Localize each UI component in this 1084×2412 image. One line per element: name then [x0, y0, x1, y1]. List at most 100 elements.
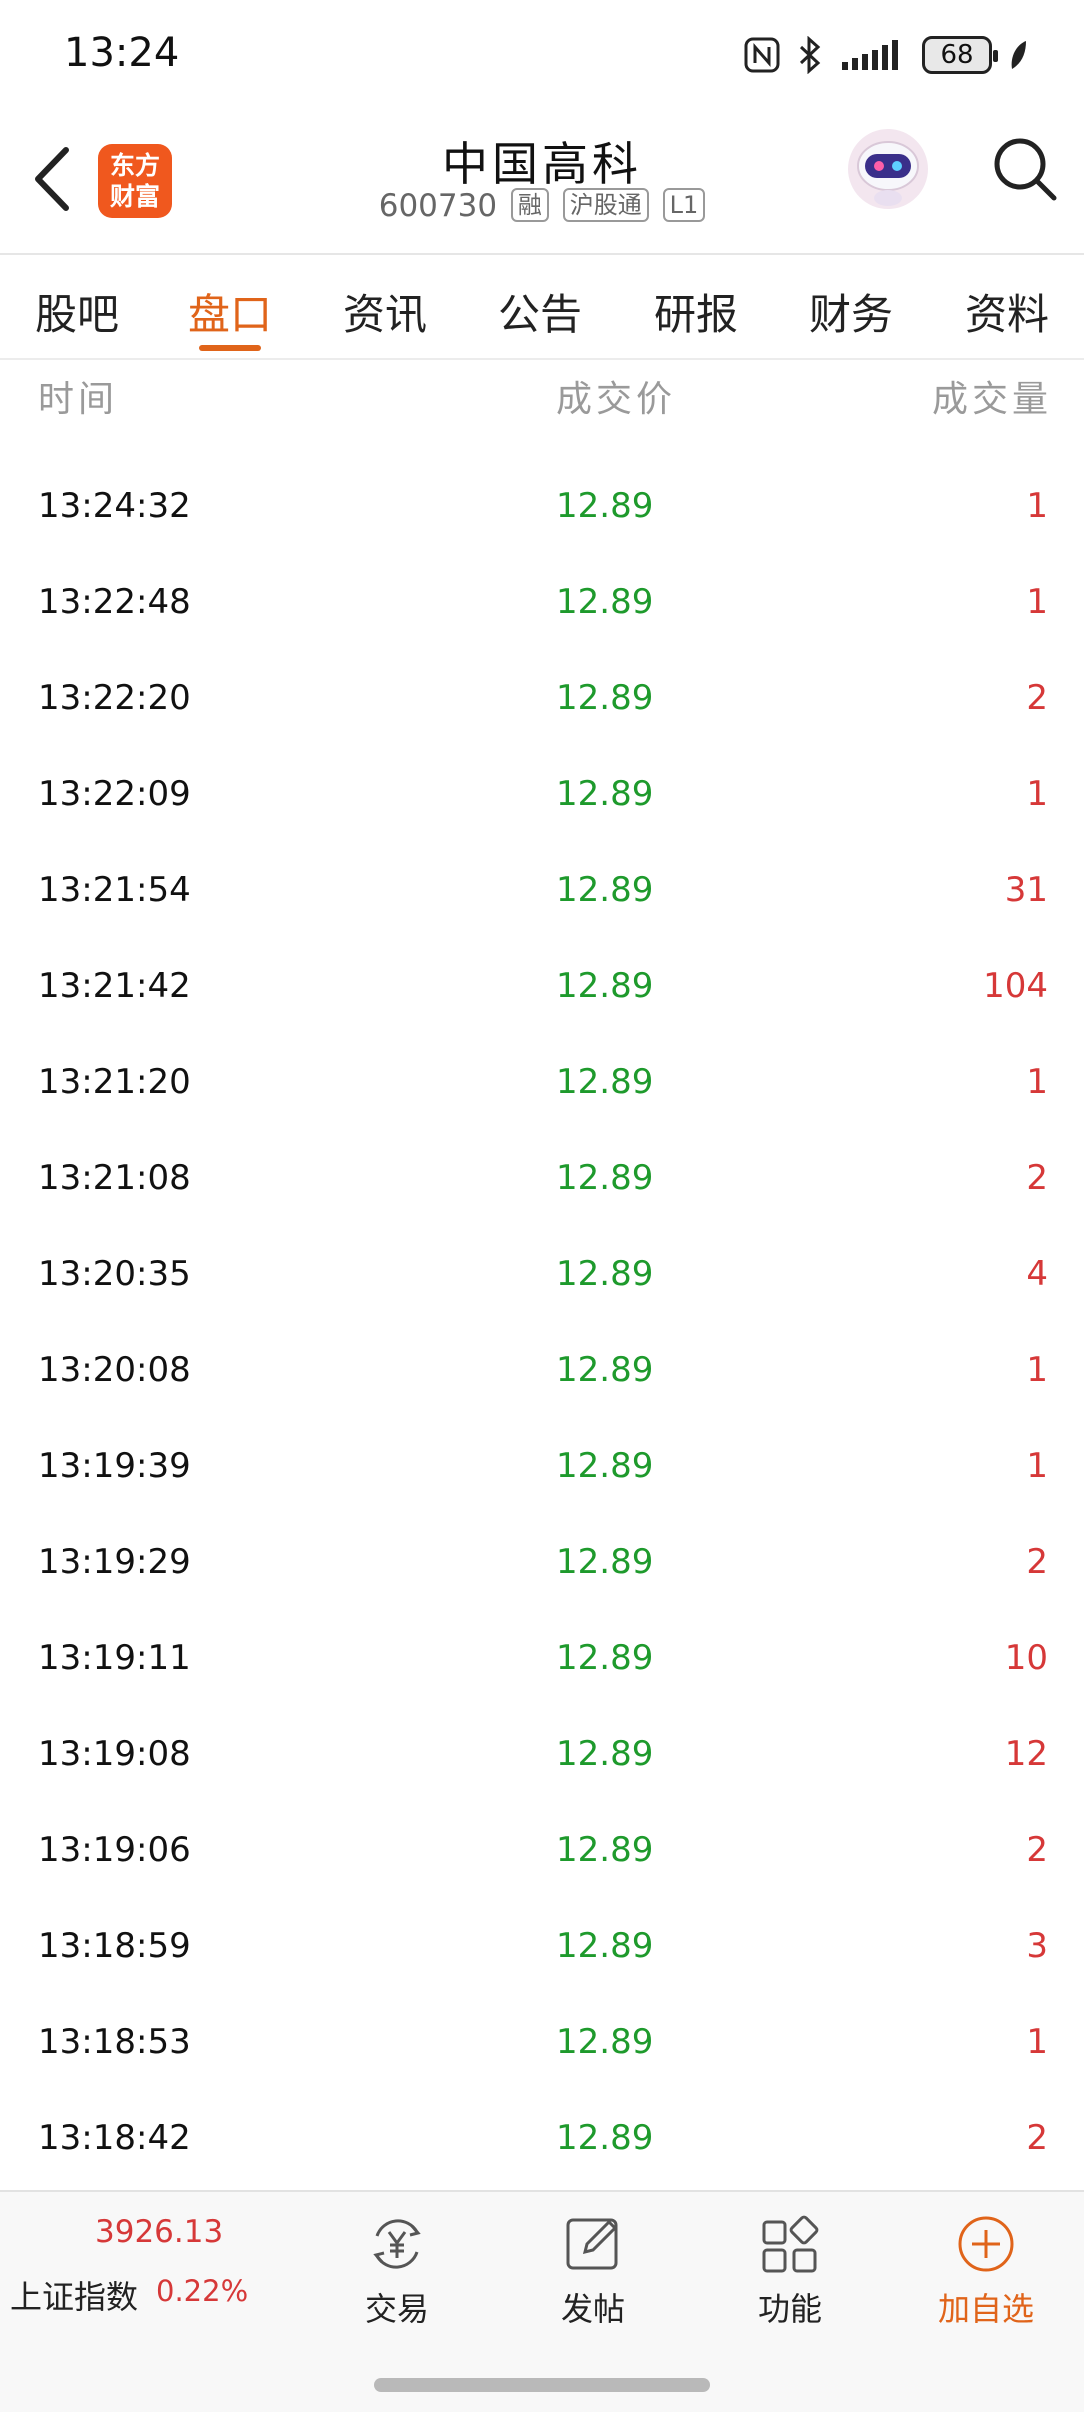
- trade-time: 13:21:08: [38, 1158, 191, 1198]
- trade-row[interactable]: 13:21:42 12.89 104: [0, 940, 1084, 1036]
- trade-volume: 1: [1026, 486, 1048, 526]
- status-bar: 13:24 68: [0, 0, 1084, 110]
- column-header-price: 成交价: [556, 379, 677, 420]
- trade-row[interactable]: 13:21:20 12.89 1: [0, 1036, 1084, 1132]
- post-button[interactable]: 发帖: [533, 2212, 653, 2330]
- tag-level: L1: [662, 188, 706, 222]
- home-indicator[interactable]: [374, 2378, 710, 2392]
- trade-row[interactable]: 13:22:20 12.89 2: [0, 652, 1084, 748]
- trade-row[interactable]: 13:19:11 12.89 10: [0, 1612, 1084, 1708]
- trade-row[interactable]: 13:19:06 12.89 2: [0, 1804, 1084, 1900]
- trade-price: 12.89: [556, 870, 654, 910]
- trade-price: 12.89: [556, 966, 654, 1006]
- tag-margin: 融: [510, 188, 549, 222]
- post-label: 发帖: [560, 2290, 625, 2328]
- trade-row[interactable]: 13:18:42 12.89 2: [0, 2092, 1084, 2188]
- yen-exchange-icon: [373, 2219, 421, 2269]
- trade-volume: 1: [1026, 2022, 1048, 2062]
- nfc-icon: [744, 37, 780, 73]
- trade-volume: 12: [1004, 1734, 1048, 1774]
- index-value: 3926.13: [95, 2214, 224, 2250]
- trade-row[interactable]: 13:20:35 12.89 4: [0, 1228, 1084, 1324]
- plus-circle-icon: [958, 2216, 1014, 2272]
- trade-time: 13:24:32: [38, 486, 191, 526]
- add-watchlist-button[interactable]: 加自选: [926, 2212, 1046, 2330]
- trade-price: 12.89: [556, 1926, 654, 1966]
- leaf-icon: [1008, 39, 1028, 71]
- add-watchlist-label: 加自选: [937, 2290, 1034, 2328]
- tab-pankou[interactable]: 盘口: [175, 281, 285, 342]
- battery-level: 68: [940, 40, 974, 70]
- bluetooth-icon: [796, 36, 824, 74]
- trade-price: 12.89: [556, 1830, 654, 1870]
- trade-row[interactable]: 13:22:09 12.89 1: [0, 748, 1084, 844]
- trade-volume: 1: [1026, 774, 1048, 814]
- trade-row[interactable]: 13:18:53 12.89 1: [0, 1996, 1084, 2092]
- trade-row[interactable]: 13:20:08 12.89 1: [0, 1324, 1084, 1420]
- trade-price: 12.89: [556, 678, 654, 718]
- trade-label: 交易: [364, 2290, 429, 2328]
- trade-volume: 1: [1026, 582, 1048, 622]
- trade-time: 13:21:42: [38, 966, 191, 1006]
- edit-icon: [566, 2218, 618, 2270]
- trade-volume: 2: [1026, 1830, 1048, 1870]
- trade-time: 13:19:08: [38, 1734, 191, 1774]
- trade-time: 13:20:08: [38, 1350, 191, 1390]
- trade-price: 12.89: [556, 486, 654, 526]
- trade-time: 13:20:35: [38, 1254, 191, 1294]
- signal-icon: [840, 38, 906, 72]
- trade-list[interactable]: 13:24:32 12.89 1 13:22:48 12.89 1 13:22:20 12.8…: [0, 460, 1084, 2188]
- column-header-volume: 成交量: [931, 379, 1052, 420]
- trade-row[interactable]: 13:19:29 12.89 2: [0, 1516, 1084, 1612]
- tag-connect: 沪股通: [562, 188, 649, 222]
- trade-price: 12.89: [556, 1734, 654, 1774]
- trade-price: 12.89: [556, 2022, 654, 2062]
- trade-time: 13:22:20: [38, 678, 191, 718]
- trade-volume: 104: [983, 966, 1048, 1006]
- trade-time: 13:22:09: [38, 774, 191, 814]
- trade-time: 13:21:20: [38, 1062, 191, 1102]
- trade-button[interactable]: 交易: [337, 2212, 457, 2330]
- tab-research[interactable]: 研报: [641, 281, 751, 342]
- trade-time: 13:18:42: [38, 2118, 191, 2158]
- search-icon: [994, 138, 1057, 201]
- trade-volume: 31: [1004, 870, 1048, 910]
- trade-row[interactable]: 13:21:08 12.89 2: [0, 1132, 1084, 1228]
- trade-volume: 1: [1026, 1446, 1048, 1486]
- trade-row[interactable]: 13:22:48 12.89 1: [0, 556, 1084, 652]
- trade-row[interactable]: 13:19:39 12.89 1: [0, 1420, 1084, 1516]
- stock-code: 600730: [378, 188, 498, 224]
- tab-announcements[interactable]: 公告: [485, 281, 595, 342]
- tab-finance[interactable]: 财务: [796, 281, 906, 342]
- trade-volume: 3: [1026, 1926, 1048, 1966]
- battery-icon: 68: [922, 36, 998, 74]
- tab-bar: 股吧 盘口 资讯 公告 研报 财务 资料: [0, 255, 1084, 360]
- trade-volume: 1: [1026, 1350, 1048, 1390]
- trade-price: 12.89: [556, 582, 654, 622]
- robot-icon: [848, 129, 928, 209]
- trade-volume: 2: [1026, 2118, 1048, 2158]
- trade-volume: 4: [1026, 1254, 1048, 1294]
- trade-price: 12.89: [556, 1638, 654, 1678]
- function-label: 功能: [757, 2290, 822, 2328]
- status-icons: 68: [744, 32, 1028, 78]
- trade-row[interactable]: 13:21:54 12.89 31: [0, 844, 1084, 940]
- index-name: 上证指数: [10, 2278, 139, 2316]
- trade-time: 13:21:54: [38, 870, 191, 910]
- trade-time: 13:22:48: [38, 582, 191, 622]
- trade-price: 12.89: [556, 1254, 654, 1294]
- trade-volume: 1: [1026, 1062, 1048, 1102]
- trade-row[interactable]: 13:19:08 12.89 12: [0, 1708, 1084, 1804]
- index-change: 0.22%: [156, 2274, 249, 2308]
- function-button[interactable]: 功能: [730, 2212, 850, 2330]
- trade-row[interactable]: 13:18:59 12.89 3: [0, 1900, 1084, 1996]
- tab-profile[interactable]: 资料: [952, 281, 1062, 342]
- tab-guba[interactable]: 股吧: [22, 281, 132, 342]
- tab-news[interactable]: 资讯: [330, 281, 440, 342]
- trade-price: 12.89: [556, 1542, 654, 1582]
- search-button[interactable]: [990, 134, 1060, 204]
- status-time: 13:24: [64, 30, 180, 76]
- trade-row[interactable]: 13:24:32 12.89 1: [0, 460, 1084, 556]
- trade-time: 13:18:53: [38, 2022, 191, 2062]
- assistant-avatar[interactable]: [845, 126, 931, 212]
